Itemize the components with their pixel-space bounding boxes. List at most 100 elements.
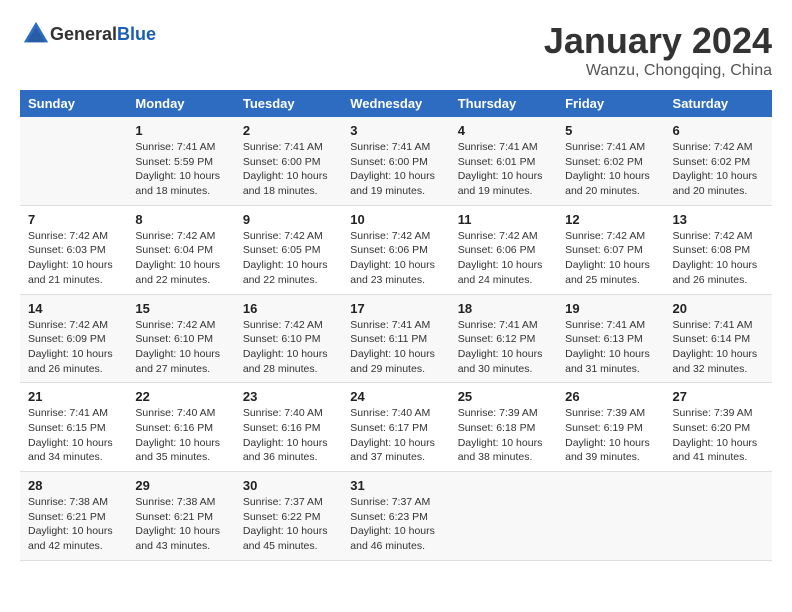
day-info: Sunrise: 7:39 AMSunset: 6:18 PMDaylight:… [458, 406, 549, 465]
day-number: 31 [350, 478, 441, 493]
day-number: 14 [28, 301, 119, 316]
day-info: Sunrise: 7:42 AMSunset: 6:06 PMDaylight:… [350, 229, 441, 288]
day-info: Sunrise: 7:38 AMSunset: 6:21 PMDaylight:… [28, 495, 119, 554]
day-number: 12 [565, 212, 656, 227]
calendar-cell: 23 Sunrise: 7:40 AMSunset: 6:16 PMDayligh… [235, 383, 342, 472]
calendar-table: SundayMondayTuesdayWednesdayThursdayFrid… [20, 90, 772, 561]
day-info: Sunrise: 7:41 AMSunset: 6:00 PMDaylight:… [350, 140, 441, 199]
page-header: GeneralBlue January 2024 Wanzu, Chongqin… [20, 20, 772, 80]
weekday-header-saturday: Saturday [665, 90, 772, 117]
day-info: Sunrise: 7:37 AMSunset: 6:23 PMDaylight:… [350, 495, 441, 554]
logo: GeneralBlue [20, 20, 156, 48]
day-info: Sunrise: 7:41 AMSunset: 6:11 PMDaylight:… [350, 318, 441, 377]
calendar-cell [665, 472, 772, 561]
calendar-cell: 19 Sunrise: 7:41 AMSunset: 6:13 PMDayligh… [557, 294, 664, 383]
day-number: 21 [28, 389, 119, 404]
day-info: Sunrise: 7:42 AMSunset: 6:04 PMDaylight:… [135, 229, 226, 288]
logo-icon [22, 20, 50, 48]
weekday-header-wednesday: Wednesday [342, 90, 449, 117]
calendar-cell: 3Sunrise: 7:41 AMSunset: 6:00 PMDaylight… [342, 117, 449, 205]
calendar-cell: 7 Sunrise: 7:42 AMSunset: 6:03 PMDaylight… [20, 205, 127, 294]
day-info: Sunrise: 7:42 AMSunset: 6:02 PMDaylight:… [673, 140, 764, 199]
day-info: Sunrise: 7:37 AMSunset: 6:22 PMDaylight:… [243, 495, 334, 554]
day-info: Sunrise: 7:41 AMSunset: 6:12 PMDaylight:… [458, 318, 549, 377]
day-info: Sunrise: 7:42 AMSunset: 6:06 PMDaylight:… [458, 229, 549, 288]
calendar-week-row: 28 Sunrise: 7:38 AMSunset: 6:21 PMDayligh… [20, 472, 772, 561]
calendar-cell: 2 Sunrise: 7:41 AMSunset: 6:00 PMDaylight… [235, 117, 342, 205]
day-info: Sunrise: 7:41 AMSunset: 6:14 PMDaylight:… [673, 318, 764, 377]
day-number: 28 [28, 478, 119, 493]
day-number: 23 [243, 389, 334, 404]
day-number: 4 [458, 123, 549, 138]
day-info: Sunrise: 7:42 AMSunset: 6:10 PMDaylight:… [243, 318, 334, 377]
day-info: Sunrise: 7:38 AMSunset: 6:21 PMDaylight:… [135, 495, 226, 554]
day-number: 5 [565, 123, 656, 138]
day-info: Sunrise: 7:42 AMSunset: 6:03 PMDaylight:… [28, 229, 119, 288]
day-number: 7 [28, 212, 119, 227]
calendar-cell: 8 Sunrise: 7:42 AMSunset: 6:04 PMDaylight… [127, 205, 234, 294]
calendar-cell: 29Sunrise: 7:38 AMSunset: 6:21 PMDayligh… [127, 472, 234, 561]
day-info: Sunrise: 7:41 AMSunset: 6:01 PMDaylight:… [458, 140, 549, 199]
day-number: 13 [673, 212, 764, 227]
calendar-cell: 21 Sunrise: 7:41 AMSunset: 6:15 PMDayligh… [20, 383, 127, 472]
day-info: Sunrise: 7:42 AMSunset: 6:07 PMDaylight:… [565, 229, 656, 288]
day-number: 27 [673, 389, 764, 404]
day-info: Sunrise: 7:42 AMSunset: 6:05 PMDaylight:… [243, 229, 334, 288]
title-section: January 2024 Wanzu, Chongqing, China [544, 20, 772, 80]
calendar-cell: 24 Sunrise: 7:40 AMSunset: 6:17 PMDayligh… [342, 383, 449, 472]
weekday-header-sunday: Sunday [20, 90, 127, 117]
day-number: 22 [135, 389, 226, 404]
calendar-cell: 27 Sunrise: 7:39 AMSunset: 6:20 PMDayligh… [665, 383, 772, 472]
day-number: 26 [565, 389, 656, 404]
calendar-cell: 25 Sunrise: 7:39 AMSunset: 6:18 PMDayligh… [450, 383, 557, 472]
day-info: Sunrise: 7:41 AMSunset: 6:13 PMDaylight:… [565, 318, 656, 377]
day-number: 25 [458, 389, 549, 404]
day-info: Sunrise: 7:40 AMSunset: 6:17 PMDaylight:… [350, 406, 441, 465]
calendar-cell: 4 Sunrise: 7:41 AMSunset: 6:01 PMDaylight… [450, 117, 557, 205]
calendar-week-row: 14Sunrise: 7:42 AMSunset: 6:09 PMDayligh… [20, 294, 772, 383]
calendar-cell [450, 472, 557, 561]
calendar-cell: 20 Sunrise: 7:41 AMSunset: 6:14 PMDayligh… [665, 294, 772, 383]
day-number: 30 [243, 478, 334, 493]
day-info: Sunrise: 7:40 AMSunset: 6:16 PMDaylight:… [135, 406, 226, 465]
calendar-cell: 28 Sunrise: 7:38 AMSunset: 6:21 PMDayligh… [20, 472, 127, 561]
calendar-cell: 14Sunrise: 7:42 AMSunset: 6:09 PMDayligh… [20, 294, 127, 383]
day-number: 24 [350, 389, 441, 404]
day-info: Sunrise: 7:39 AMSunset: 6:20 PMDaylight:… [673, 406, 764, 465]
calendar-week-row: 7 Sunrise: 7:42 AMSunset: 6:03 PMDaylight… [20, 205, 772, 294]
calendar-cell: 10 Sunrise: 7:42 AMSunset: 6:06 PMDayligh… [342, 205, 449, 294]
day-info: Sunrise: 7:41 AMSunset: 6:02 PMDaylight:… [565, 140, 656, 199]
day-number: 2 [243, 123, 334, 138]
day-number: 9 [243, 212, 334, 227]
calendar-cell [20, 117, 127, 205]
calendar-cell: 31 Sunrise: 7:37 AMSunset: 6:23 PMDayligh… [342, 472, 449, 561]
weekday-header-friday: Friday [557, 90, 664, 117]
calendar-week-row: 1Sunrise: 7:41 AMSunset: 5:59 PMDaylight… [20, 117, 772, 205]
day-number: 18 [458, 301, 549, 316]
weekday-header-row: SundayMondayTuesdayWednesdayThursdayFrid… [20, 90, 772, 117]
calendar-cell: 6 Sunrise: 7:42 AMSunset: 6:02 PMDaylight… [665, 117, 772, 205]
day-info: Sunrise: 7:42 AMSunset: 6:08 PMDaylight:… [673, 229, 764, 288]
day-info: Sunrise: 7:41 AMSunset: 6:00 PMDaylight:… [243, 140, 334, 199]
day-info: Sunrise: 7:40 AMSunset: 6:16 PMDaylight:… [243, 406, 334, 465]
logo-text-general: General [50, 24, 117, 44]
weekday-header-monday: Monday [127, 90, 234, 117]
calendar-cell: 17 Sunrise: 7:41 AMSunset: 6:11 PMDayligh… [342, 294, 449, 383]
weekday-header-thursday: Thursday [450, 90, 557, 117]
calendar-week-row: 21 Sunrise: 7:41 AMSunset: 6:15 PMDayligh… [20, 383, 772, 472]
day-info: Sunrise: 7:41 AMSunset: 6:15 PMDaylight:… [28, 406, 119, 465]
calendar-cell: 30 Sunrise: 7:37 AMSunset: 6:22 PMDayligh… [235, 472, 342, 561]
day-number: 17 [350, 301, 441, 316]
day-number: 19 [565, 301, 656, 316]
day-number: 11 [458, 212, 549, 227]
location-title: Wanzu, Chongqing, China [544, 62, 772, 80]
day-info: Sunrise: 7:39 AMSunset: 6:19 PMDaylight:… [565, 406, 656, 465]
calendar-cell: 5 Sunrise: 7:41 AMSunset: 6:02 PMDaylight… [557, 117, 664, 205]
day-number: 10 [350, 212, 441, 227]
day-number: 6 [673, 123, 764, 138]
day-number: 8 [135, 212, 226, 227]
day-number: 20 [673, 301, 764, 316]
day-info: Sunrise: 7:42 AMSunset: 6:10 PMDaylight:… [135, 318, 226, 377]
calendar-cell: 26 Sunrise: 7:39 AMSunset: 6:19 PMDayligh… [557, 383, 664, 472]
calendar-cell [557, 472, 664, 561]
